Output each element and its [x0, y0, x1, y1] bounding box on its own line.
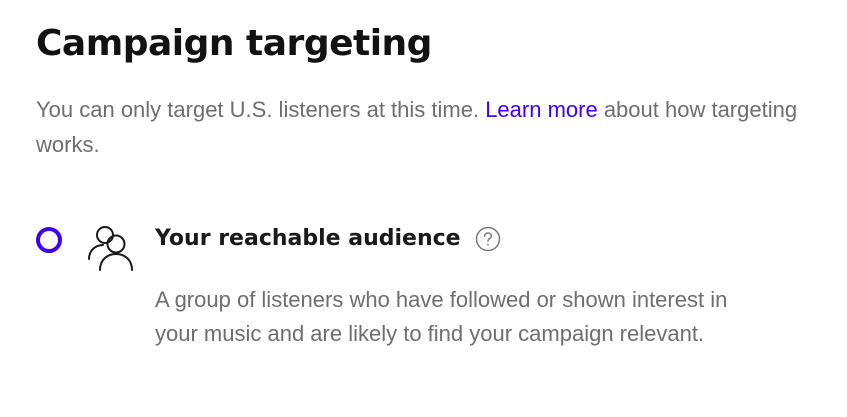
intro-text-before-link: You can only target U.S. listeners at th… [36, 97, 486, 122]
option-title-row: Your reachable audience [155, 223, 501, 255]
targeting-intro-text: You can only target U.S. listeners at th… [36, 92, 811, 162]
reachable-audience-radio[interactable] [36, 227, 62, 253]
campaign-targeting-page: Campaign targeting You can only target U… [36, 20, 816, 346]
option-description: A group of listeners who have followed o… [155, 287, 728, 346]
option-title: Your reachable audience [155, 226, 461, 251]
help-circle-icon[interactable] [475, 226, 501, 252]
audience-group-icon [88, 226, 133, 271]
learn-more-link[interactable]: Learn more [485, 97, 598, 122]
page-title: Campaign targeting [36, 23, 432, 64]
